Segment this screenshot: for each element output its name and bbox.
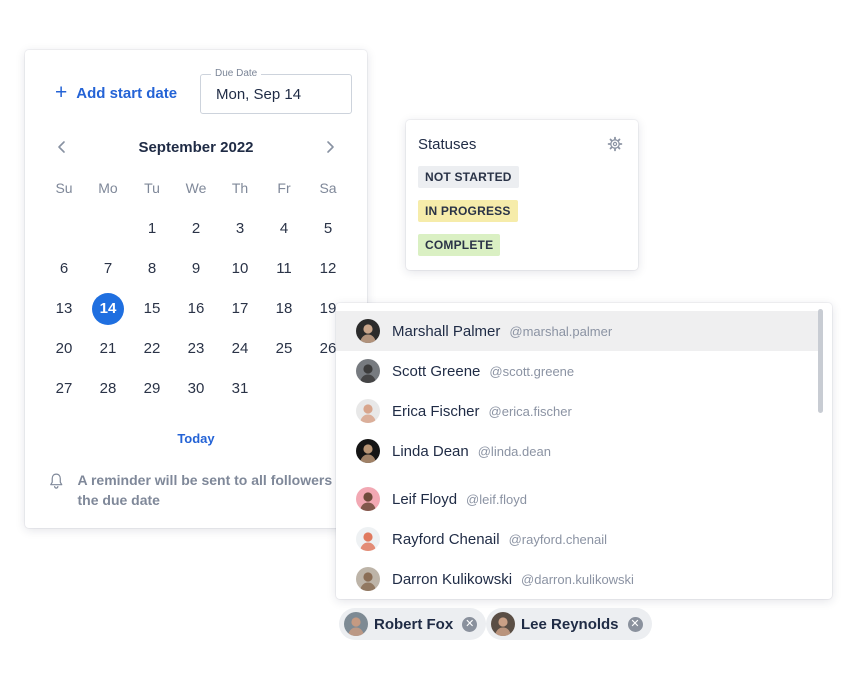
calendar-day[interactable]: 21	[92, 333, 124, 365]
reminder-note: A reminder will be sent to all followers…	[49, 470, 369, 510]
add-start-date-label: Add start date	[76, 84, 178, 102]
calendar-day[interactable]: 11	[268, 253, 300, 285]
status-label: COMPLETE	[425, 238, 494, 252]
assignee-name: Darron Kulikowski	[392, 570, 513, 588]
assignee-handle: @linda.dean	[477, 443, 551, 459]
calendar-day[interactable]: 4	[268, 213, 300, 245]
chip-name: Robert Fox	[374, 615, 454, 633]
chevron-right-icon[interactable]	[319, 136, 341, 158]
due-date-label: Due Date	[211, 68, 262, 79]
avatar	[356, 439, 380, 463]
weekday-label: We	[185, 180, 207, 196]
avatar	[344, 612, 368, 636]
assignee-name: Erica Fischer	[392, 402, 480, 420]
scrollbar[interactable]	[818, 309, 823, 413]
calendar-day[interactable]: 29	[136, 373, 168, 405]
assignee-name: Linda Dean	[392, 442, 469, 460]
assignee-handle: @erica.fischer	[488, 403, 572, 419]
assignee-name: Rayford Chenail	[392, 530, 500, 548]
calendar-day[interactable]: 8	[136, 253, 168, 285]
calendar-day[interactable]: 27	[48, 373, 80, 405]
assignee-handle: @scott.greene	[489, 363, 575, 379]
status-label: IN PROGRESS	[425, 204, 511, 218]
assignee-handle: @darron.kulikowski	[521, 571, 634, 587]
status-in-progress[interactable]: IN PROGRESS	[418, 200, 518, 222]
calendar-day[interactable]: 25	[268, 333, 300, 365]
assignee-handle: @marshal.palmer	[509, 323, 613, 339]
statuses-title: Statuses	[418, 136, 477, 153]
calendar-day[interactable]: 16	[180, 293, 212, 325]
calendar-day[interactable]: 13	[48, 293, 80, 325]
reminder-text: A reminder will be sent to all followers…	[77, 472, 354, 508]
weekday-label: Fr	[277, 180, 291, 196]
calendar-day[interactable]: 28	[92, 373, 124, 405]
avatar	[356, 487, 380, 511]
weekday-label: Mo	[98, 180, 118, 196]
assignee-option[interactable]: Marshall Palmer @marshal.palmer	[336, 311, 818, 351]
assignee-chip[interactable]: Lee Reynolds ✕	[486, 608, 652, 640]
statuses-panel: Statuses NOT STARTED IN PROGRESS COMPLET…	[406, 120, 638, 270]
calendar-day[interactable]: 7	[92, 253, 124, 285]
plus-icon: +	[55, 81, 68, 104]
month-navigation: September 2022	[25, 136, 367, 158]
calendar-day[interactable]: 24	[224, 333, 256, 365]
calendar-day[interactable]: 9	[180, 253, 212, 285]
due-date-calendar-panel: + Add start date Due Date Mon, Sep 14 Se…	[25, 50, 367, 528]
assignee-option[interactable]: Darron Kulikowski @darron.kulikowski	[336, 559, 818, 599]
weekday-label: Sa	[319, 180, 337, 196]
calendar-day[interactable]: 23	[180, 333, 212, 365]
assignee-name: Marshall Palmer	[392, 322, 501, 340]
calendar-day[interactable]: 2	[180, 213, 212, 245]
assignee-option[interactable]: Scott Greene @scott.greene	[336, 351, 818, 391]
calendar-day[interactable]: 10	[224, 253, 256, 285]
calendar-day[interactable]: 5	[312, 213, 344, 245]
due-date-field[interactable]: Due Date Mon, Sep 14	[200, 68, 352, 114]
assignee-handle: @rayford.chenail	[508, 531, 608, 547]
calendar-day[interactable]: 1	[136, 213, 168, 245]
assignee-option[interactable]: Rayford Chenail @rayford.chenail	[336, 519, 818, 559]
close-icon[interactable]: ✕	[627, 616, 643, 632]
calendar-day[interactable]: 30	[180, 373, 212, 405]
avatar	[356, 399, 380, 423]
status-label: NOT STARTED	[425, 170, 512, 184]
calendar-day[interactable]: 15	[136, 293, 168, 325]
assignee-option[interactable]: Linda Dean @linda.dean	[336, 431, 818, 471]
weekday-label: Tu	[144, 180, 160, 196]
assignee-name: Scott Greene	[392, 362, 481, 380]
status-not-started[interactable]: NOT STARTED	[418, 166, 519, 188]
calendar-day[interactable]: 22	[136, 333, 168, 365]
bell-icon	[50, 473, 63, 489]
weekday-label: Th	[231, 180, 249, 196]
today-button[interactable]: Today	[25, 431, 367, 446]
chip-name: Lee Reynolds	[521, 615, 619, 633]
assignee-dropdown: Marshall Palmer @marshal.palmer Scott Gree…	[336, 303, 832, 599]
assignee-option[interactable]: Leif Floyd @leif.floyd	[336, 479, 818, 519]
avatar	[356, 527, 380, 551]
assignee-name: Leif Floyd	[392, 490, 458, 508]
avatar	[356, 359, 380, 383]
calendar-day[interactable]: 12	[312, 253, 344, 285]
calendar-day[interactable]: 20	[48, 333, 80, 365]
status-complete[interactable]: COMPLETE	[418, 234, 501, 256]
avatar	[356, 319, 380, 343]
avatar	[491, 612, 515, 636]
add-start-date-button[interactable]: + Add start date	[55, 81, 178, 104]
close-icon[interactable]: ✕	[462, 616, 478, 632]
calendar-day[interactable]: 6	[48, 253, 80, 285]
weekday-label: Su	[55, 180, 73, 196]
gear-icon[interactable]	[607, 136, 623, 152]
calendar-day[interactable]: 18	[268, 293, 300, 325]
assignee-handle: @leif.floyd	[466, 491, 527, 507]
assignee-chip[interactable]: Robert Fox ✕	[339, 608, 487, 640]
calendar-day-selected[interactable]: 14	[92, 293, 124, 325]
calendar-day[interactable]: 17	[224, 293, 256, 325]
assignee-option[interactable]: Erica Fischer @erica.fischer	[336, 391, 818, 431]
calendar-day[interactable]: 31	[224, 373, 256, 405]
due-date-value: Mon, Sep 14	[216, 86, 302, 103]
avatar	[356, 567, 380, 591]
month-title: September 2022	[138, 139, 254, 156]
calendar-day[interactable]: 3	[224, 213, 256, 245]
